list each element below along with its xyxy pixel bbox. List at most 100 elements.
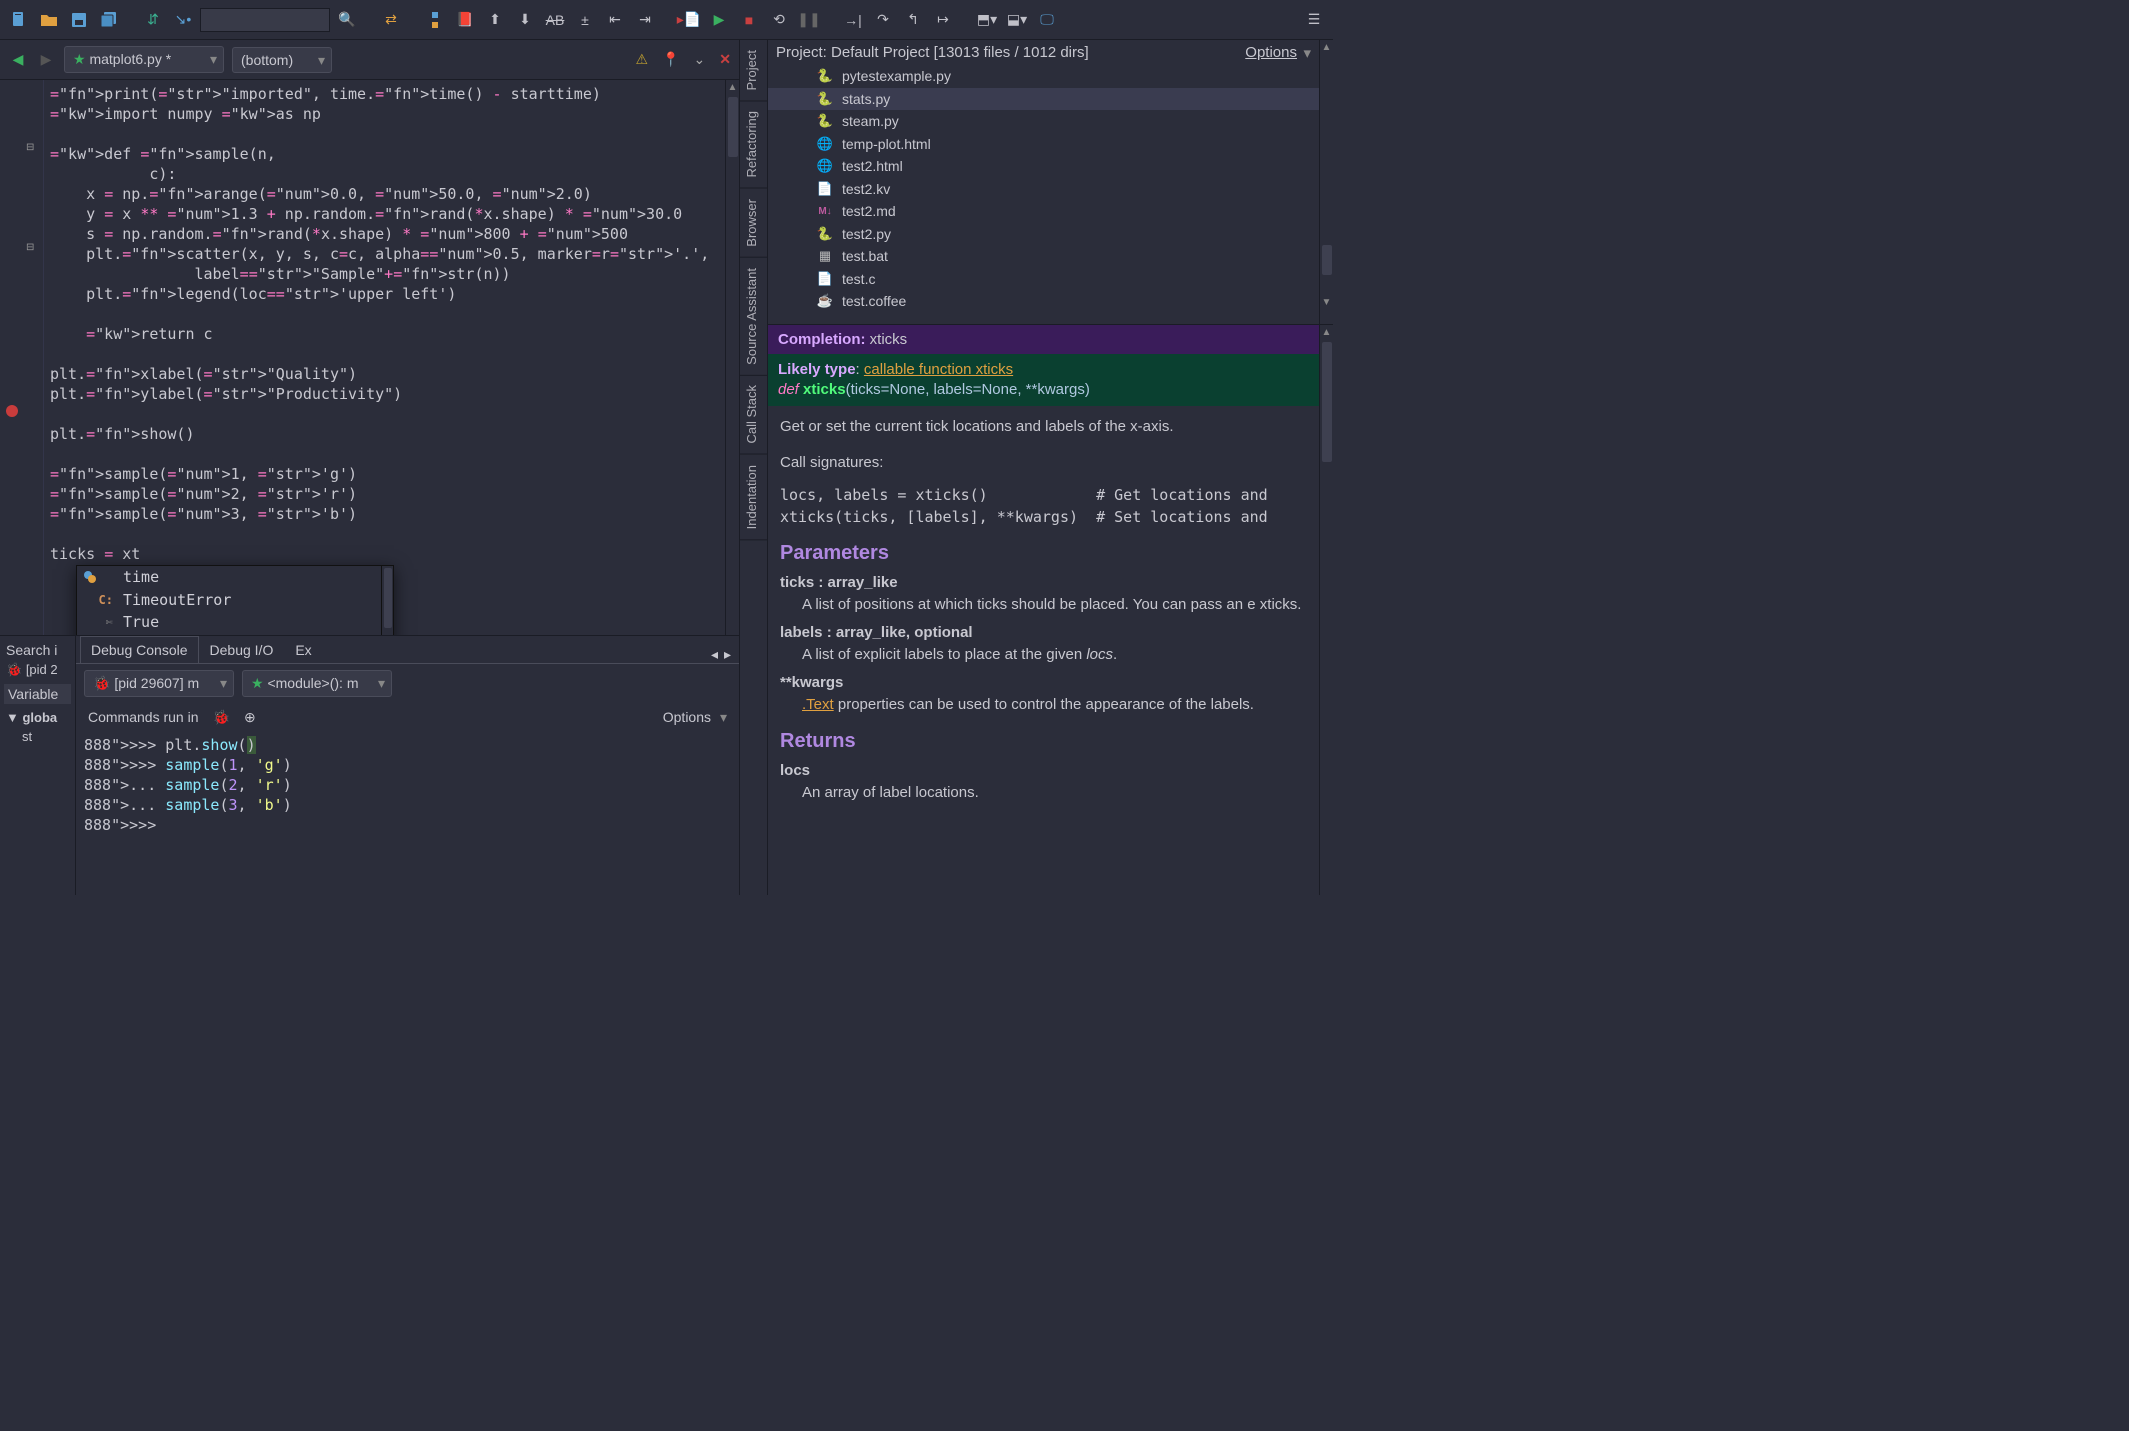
code-editor[interactable]: ⊟ ⊟ ="fn">print(="str">"imported", time.… <box>0 80 739 635</box>
project-file-item[interactable]: 🌐test2.html <box>768 155 1319 178</box>
assist-doc[interactable]: Get or set the current tick locations an… <box>768 406 1319 814</box>
continue-icon[interactable]: ↦ <box>930 7 956 33</box>
new-run-icon[interactable]: ▸📄 <box>676 7 702 33</box>
tool-tab-indentation[interactable]: Indentation <box>740 455 767 540</box>
tool-tab-refactoring[interactable]: Refactoring <box>740 101 767 188</box>
project-title: Project: Default Project [13013 files / … <box>776 44 1089 61</box>
editor-scrollbar[interactable]: ▲ <box>725 80 739 635</box>
source-assistant-panel: Completion: xticks Likely type: callable… <box>768 325 1333 895</box>
editor-gutter[interactable]: ⊟ ⊟ <box>0 80 44 635</box>
step-out-icon[interactable]: ↰ <box>900 7 926 33</box>
project-file-item[interactable]: ▦test.bat <box>768 245 1319 268</box>
dedent-icon[interactable]: ⇤ <box>602 7 628 33</box>
run-icon[interactable]: ▶ <box>706 7 732 33</box>
search-icon[interactable]: 🔍 <box>334 7 360 33</box>
project-scrollbar[interactable]: ▲ ▼ <box>1319 40 1333 324</box>
code-area[interactable]: ="fn">print(="str">"imported", time.="fn… <box>44 80 725 635</box>
restart-icon[interactable]: ⟲ <box>766 7 792 33</box>
assist-type-header: Likely type: callable function xticks de… <box>768 354 1319 406</box>
step-over-icon[interactable]: ↷ <box>870 7 896 33</box>
tool-tab-browser[interactable]: Browser <box>740 189 767 258</box>
nav-back-icon[interactable]: ◀ <box>8 51 28 68</box>
debug-console[interactable]: 888">>>> plt.show() 888">>>> sample(1, '… <box>76 731 739 895</box>
pdf-icon[interactable]: 📕 <box>452 7 478 33</box>
completion-item[interactable]: ✄True <box>77 611 393 634</box>
chevron-down-icon[interactable]: ⌄ <box>694 51 706 68</box>
variable-header[interactable]: Variable <box>4 684 71 704</box>
debug-bug-icon[interactable]: 🐞 <box>213 709 230 726</box>
tab-debug-io[interactable]: Debug I/O <box>199 636 285 663</box>
project-file-item[interactable]: 🐍steam.py <box>768 110 1319 133</box>
toolbar-search-input[interactable] <box>200 8 330 32</box>
project-file-item[interactable]: 🐍stats.py <box>768 88 1319 111</box>
likely-type-link[interactable]: callable function xticks <box>864 361 1013 378</box>
project-file-item[interactable]: 🐍pytestexample.py <box>768 65 1319 88</box>
project-file-item[interactable]: M↓test2.md <box>768 200 1319 223</box>
project-file-item[interactable]: 🐍test2.py <box>768 223 1319 246</box>
file-tab[interactable]: ★ matplot6.py * <box>64 46 224 73</box>
returns-heading: Returns <box>780 730 1307 752</box>
debug-options[interactable]: Options <box>659 707 727 727</box>
pin-icon[interactable]: 📍 <box>662 51 679 68</box>
new-file-icon[interactable] <box>6 7 32 33</box>
tab-debug-console[interactable]: Debug Console <box>80 636 199 663</box>
step-into-icon[interactable]: →| <box>840 7 866 33</box>
debug-tabs: Debug Console Debug I/O Ex ◂ ▸ <box>76 636 739 664</box>
debug-panel: Debug Console Debug I/O Ex ◂ ▸ 🐞 [pid 296… <box>76 636 739 895</box>
upload-icon[interactable]: ⬆ <box>482 7 508 33</box>
completion-kind-icon: ✄ <box>83 615 113 629</box>
completion-item[interactable]: time <box>77 566 393 589</box>
tab-nav-left-icon[interactable]: ◂ <box>711 646 718 663</box>
tool-tab-call-stack[interactable]: Call Stack <box>740 375 767 455</box>
params-heading: Parameters <box>780 542 1307 564</box>
main-toolbar: ⇵ ↘• 🔍 ⇄ 📕 ⬆ ⬇ AB ± ⇤ ⇥ ▸📄 ▶ ■ ⟲ ❚❚ →| ↷… <box>0 0 1333 40</box>
pause-icon[interactable]: ❚❚ <box>796 7 822 33</box>
replace-icon[interactable]: ⇄ <box>378 7 404 33</box>
python-icon[interactable] <box>422 7 448 33</box>
tab-exceptions[interactable]: Ex <box>284 636 322 663</box>
save-icon[interactable] <box>66 7 92 33</box>
project-panel: Project: Default Project [13013 files / … <box>768 40 1333 325</box>
goto-icon[interactable]: ↘• <box>170 7 196 33</box>
bug-icon: 🐞 <box>6 662 22 677</box>
file-tab-label: matplot6.py * <box>89 51 171 67</box>
commands-run-label: Commands run in <box>88 709 199 725</box>
indent-icon[interactable]: ⇵ <box>140 7 166 33</box>
assist-completion-header: Completion: xticks <box>768 325 1319 354</box>
tool-tab-source-assistant[interactable]: Source Assistant <box>740 258 767 376</box>
project-file-item[interactable]: ☕test.coffee <box>768 290 1319 313</box>
tool-tab-project[interactable]: Project <box>740 40 767 101</box>
debug-frame-combo[interactable]: ★ <module>(): m <box>242 670 392 697</box>
project-file-item[interactable]: 📄test.c <box>768 268 1319 291</box>
project-file-item[interactable]: 📄test2.kv <box>768 178 1319 201</box>
completion-kind-icon: C: <box>83 593 113 607</box>
close-tab-icon[interactable]: ✕ <box>719 51 731 68</box>
completion-kind-icon <box>83 570 113 584</box>
indent-right-icon[interactable]: ⇥ <box>632 7 658 33</box>
block-up-icon[interactable]: ⬒▾ <box>974 7 1000 33</box>
download-icon[interactable]: ⬇ <box>512 7 538 33</box>
project-file-list[interactable]: 🐍pytestexample.py🐍stats.py🐍steam.py🌐temp… <box>768 65 1319 324</box>
debug-add-icon[interactable]: ⊕ <box>244 709 256 726</box>
nav-forward-icon[interactable]: ▶ <box>36 51 56 68</box>
menu-icon[interactable]: ☰ <box>1301 7 1327 33</box>
save-all-icon[interactable] <box>96 7 122 33</box>
open-folder-icon[interactable] <box>36 7 62 33</box>
assist-scrollbar[interactable]: ▲ <box>1319 325 1333 895</box>
completion-item[interactable]: C:TimeoutError <box>77 589 393 612</box>
block-down-icon[interactable]: ⬓▾ <box>1004 7 1030 33</box>
case-icon[interactable]: AB <box>542 7 568 33</box>
project-options[interactable]: Options <box>1245 44 1311 61</box>
position-combo[interactable]: (bottom) <box>232 47 332 73</box>
completion-item[interactable]: ✄try(snippet) <box>77 634 393 636</box>
breakpoint-icon[interactable] <box>6 405 18 417</box>
search-title: Search i <box>4 640 71 660</box>
project-file-item[interactable]: 🌐temp-plot.html <box>768 133 1319 156</box>
completion-popup[interactable]: timeC:TimeoutError✄True✄try(snippet)()tu… <box>76 565 394 635</box>
monitor-icon[interactable]: 🖵 <box>1034 7 1060 33</box>
tab-nav-right-icon[interactable]: ▸ <box>724 646 731 663</box>
diff-icon[interactable]: ± <box>572 7 598 33</box>
stop-icon[interactable]: ■ <box>736 7 762 33</box>
warning-icon[interactable]: ⚠ <box>636 51 649 68</box>
debug-process-combo[interactable]: 🐞 [pid 29607] m <box>84 670 234 697</box>
